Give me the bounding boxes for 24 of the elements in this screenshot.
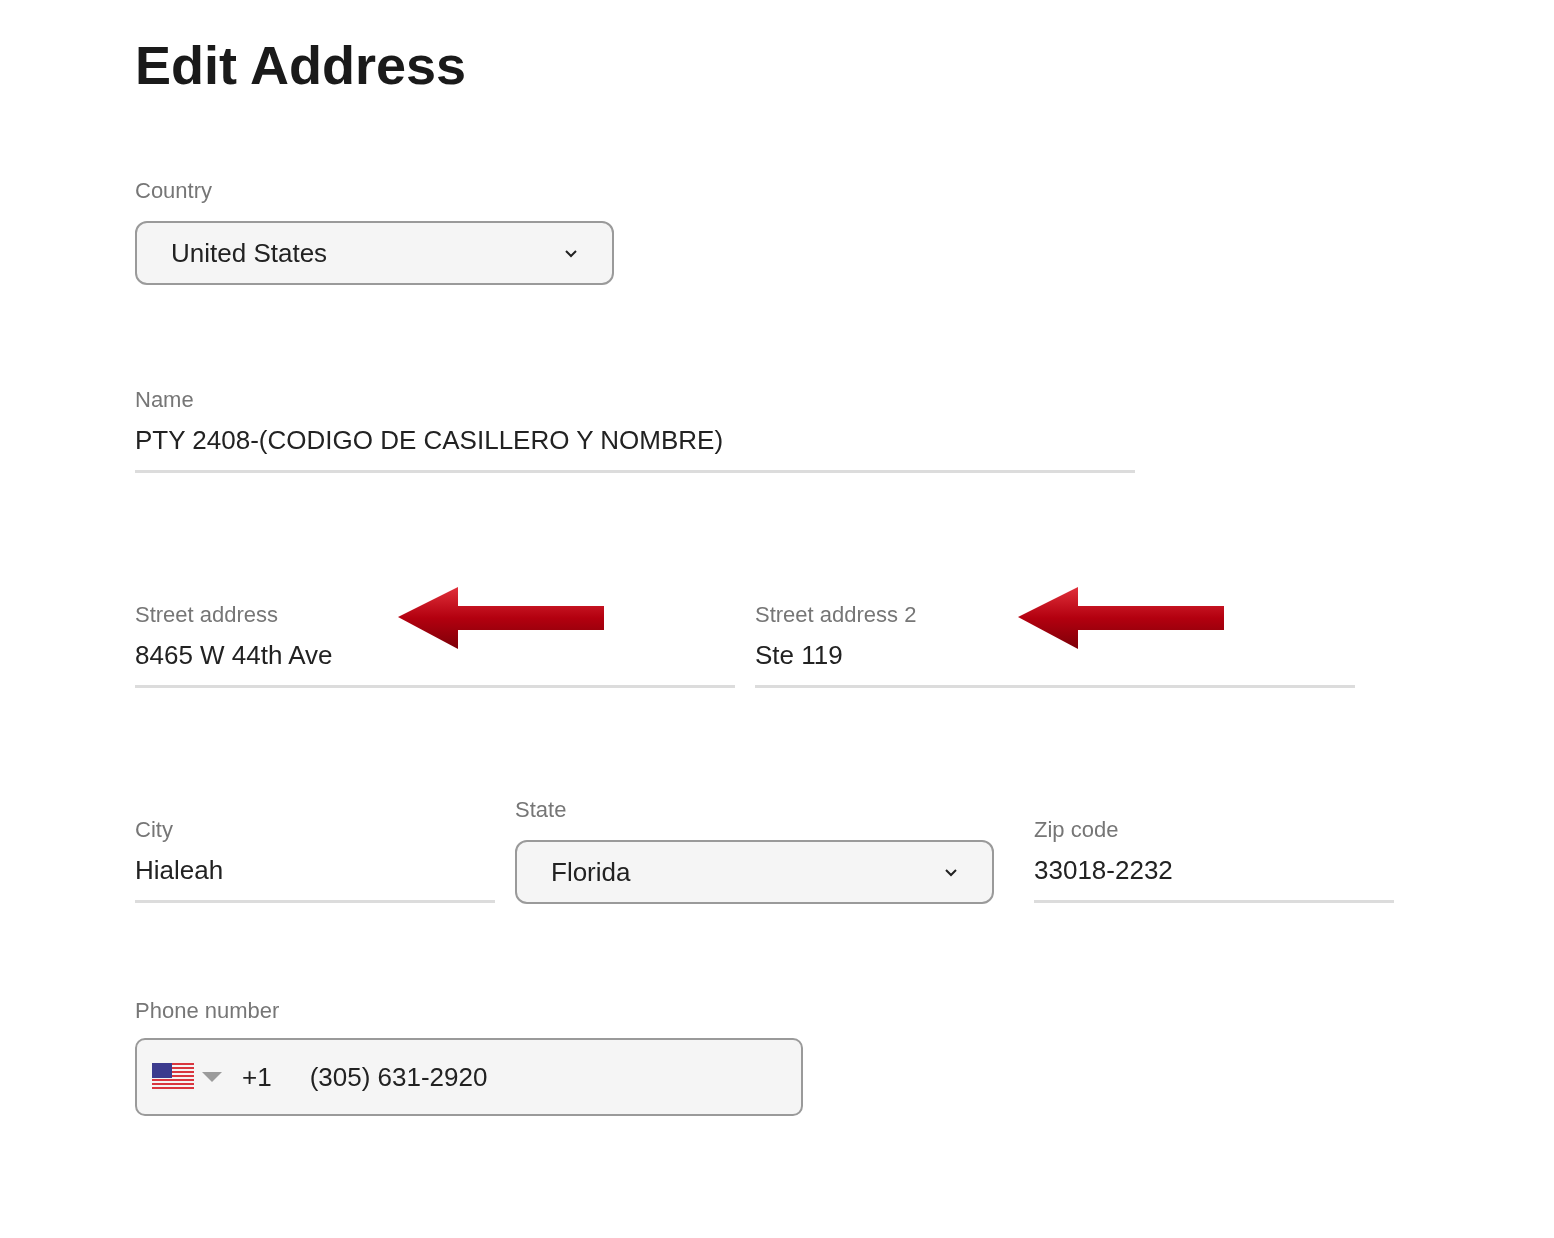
text-field[interactable]: Hialeah [135,854,495,903]
field-label: Country [135,178,213,204]
text-field[interactable]: 33018-2232 [1034,854,1394,903]
field-label: Street address [135,602,279,628]
chevron-icon [564,248,578,258]
text-field[interactable]: Ste 119 [755,639,1355,688]
page-title: Edit Address [135,38,467,92]
dropdown-select[interactable]: United States [135,221,614,285]
field-label: City [135,817,173,843]
dial-code: +1 [242,1061,272,1093]
field-label: Street address 2 [755,602,917,628]
flag-icon [152,1063,194,1091]
text-field[interactable]: PTY 2408-(CODIGO DE CASILLERO Y NOMBRE) [135,424,1135,473]
dropdown-select[interactable]: Florida [515,840,994,904]
country-code-picker[interactable] [152,1063,222,1091]
field-label: Phone number [135,998,280,1024]
field-label: State [515,797,567,823]
chevron-icon [944,867,958,877]
caret-icon [202,1072,222,1082]
text-field[interactable]: 8465 W 44th Ave [135,639,735,688]
field-label: Zip code [1034,817,1119,843]
phone-number: (305) 631-2920 [309,1061,488,1093]
field-label: Name [135,387,194,413]
phone-field[interactable]: +1 (305) 631-2920 [135,1038,803,1116]
